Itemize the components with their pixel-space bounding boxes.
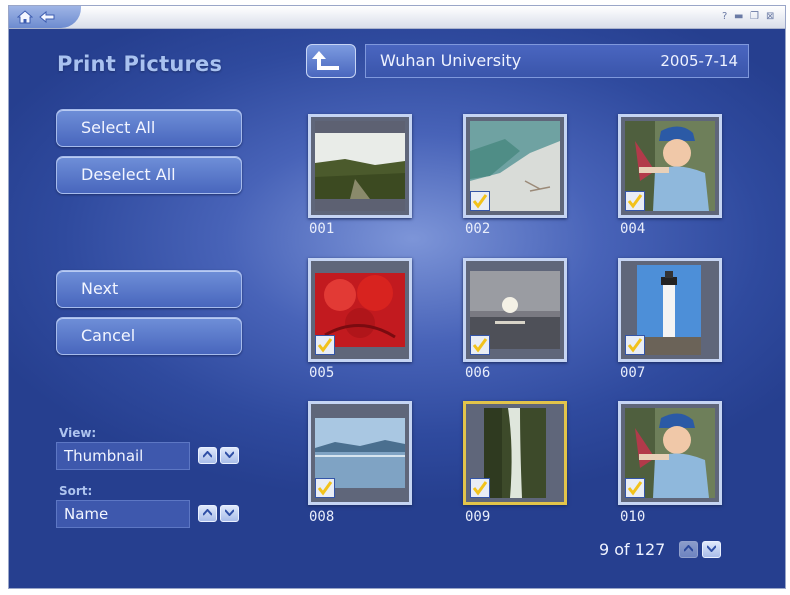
thumbnail-caption: 006 bbox=[465, 365, 491, 381]
thumbnail-caption: 005 bbox=[309, 365, 335, 381]
checkmark-icon bbox=[317, 481, 333, 496]
cancel-button[interactable]: Cancel bbox=[56, 317, 242, 355]
title-bar: ? ▬ ❐ ⊠ bbox=[9, 6, 785, 29]
view-down-button[interactable] bbox=[220, 447, 239, 464]
close-icon[interactable]: ⊠ bbox=[766, 11, 774, 22]
view-select[interactable]: Thumbnail bbox=[56, 442, 190, 470]
chevron-down-icon bbox=[707, 545, 716, 552]
checkbox-checked[interactable] bbox=[470, 191, 490, 211]
back-arrow-icon[interactable] bbox=[39, 10, 55, 24]
next-button[interactable]: Next bbox=[56, 270, 242, 308]
sort-select[interactable]: Name bbox=[56, 500, 190, 528]
sort-label: Sort: bbox=[59, 484, 93, 498]
checkmark-icon bbox=[627, 481, 643, 496]
checkmark-icon bbox=[472, 338, 488, 353]
folder-name: Wuhan University bbox=[380, 51, 522, 70]
thumbnail-001[interactable] bbox=[308, 114, 412, 218]
checkbox-checked[interactable] bbox=[315, 478, 335, 498]
help-icon[interactable]: ? bbox=[722, 11, 727, 22]
up-arrow-icon bbox=[312, 51, 339, 70]
thumbnail-caption: 010 bbox=[620, 509, 646, 525]
home-icon[interactable] bbox=[17, 10, 33, 24]
sort-down-button[interactable] bbox=[220, 505, 239, 522]
checkbox-checked[interactable] bbox=[470, 478, 490, 498]
page-up-button[interactable] bbox=[679, 541, 698, 558]
thumbnail-caption: 004 bbox=[620, 221, 646, 237]
thumbnail-004[interactable] bbox=[618, 114, 722, 218]
checkbox-checked[interactable] bbox=[315, 335, 335, 355]
thumbnail-caption: 009 bbox=[465, 509, 491, 525]
page-counter: 9 of 127 bbox=[599, 540, 666, 559]
thumbnail-007[interactable] bbox=[618, 258, 722, 362]
checkmark-icon bbox=[627, 338, 643, 353]
chevron-down-icon bbox=[225, 451, 234, 458]
folder-date: 2005-7-14 bbox=[660, 52, 738, 70]
thumbnail-caption: 008 bbox=[309, 509, 335, 525]
checkbox-checked[interactable] bbox=[625, 191, 645, 211]
thumbnail-002[interactable] bbox=[463, 114, 567, 218]
checkmark-icon bbox=[472, 481, 488, 496]
thumbnail-caption: 002 bbox=[465, 221, 491, 237]
photo-field-landscape bbox=[315, 121, 405, 211]
checkbox-checked[interactable] bbox=[625, 478, 645, 498]
checkmark-icon bbox=[317, 338, 333, 353]
sort-up-button[interactable] bbox=[198, 505, 217, 522]
checkbox-checked[interactable] bbox=[470, 335, 490, 355]
restore-icon[interactable]: ❐ bbox=[750, 11, 759, 22]
checkmark-icon bbox=[472, 194, 488, 209]
checkmark-icon bbox=[627, 194, 643, 209]
deselect-all-button[interactable]: Deselect All bbox=[56, 156, 242, 194]
minimize-icon[interactable]: ▬ bbox=[734, 11, 743, 22]
view-label: View: bbox=[59, 426, 97, 440]
app-window: ? ▬ ❐ ⊠ Print Pictures Wuhan University … bbox=[8, 5, 786, 589]
thumbnail-010[interactable] bbox=[618, 401, 722, 505]
chevron-up-icon bbox=[203, 451, 212, 458]
thumbnail-caption: 001 bbox=[309, 221, 335, 237]
chevron-down-icon bbox=[225, 509, 234, 516]
location-bar: Wuhan University 2005-7-14 bbox=[365, 44, 749, 78]
thumbnail-006[interactable] bbox=[463, 258, 567, 362]
thumbnail-caption: 007 bbox=[620, 365, 646, 381]
thumbnail-009-selected[interactable] bbox=[463, 401, 567, 505]
chevron-up-icon bbox=[684, 545, 693, 552]
thumbnail-008[interactable] bbox=[308, 401, 412, 505]
page-title: Print Pictures bbox=[57, 52, 223, 76]
checkbox-checked[interactable] bbox=[625, 335, 645, 355]
select-all-button[interactable]: Select All bbox=[56, 109, 242, 147]
page-down-button[interactable] bbox=[702, 541, 721, 558]
up-folder-button[interactable] bbox=[306, 44, 356, 78]
view-up-button[interactable] bbox=[198, 447, 217, 464]
thumbnail-005[interactable] bbox=[308, 258, 412, 362]
chevron-up-icon bbox=[203, 509, 212, 516]
